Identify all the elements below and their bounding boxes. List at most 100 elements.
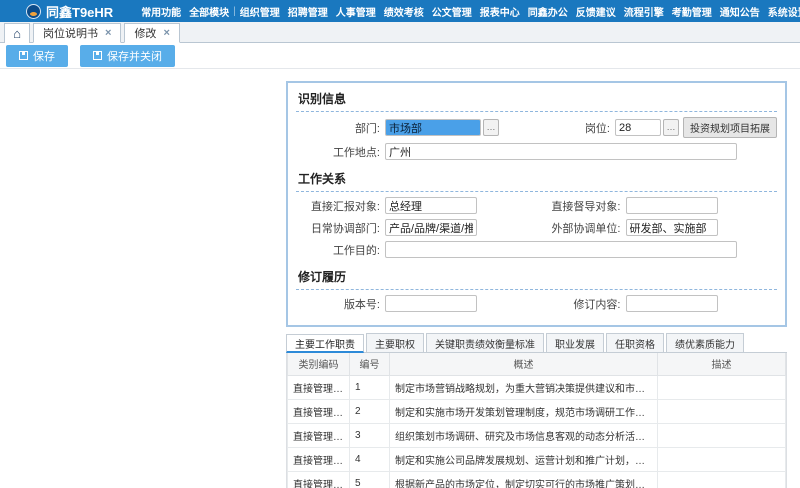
nav-performance[interactable]: 绩效考核 (380, 4, 428, 19)
top-navbar: 同鑫T9eHR 常用功能 全部模块 | 组织管理 招聘管理 人事管理 绩效考核 … (0, 0, 800, 22)
header-number: 编号 (350, 353, 390, 375)
close-icon[interactable]: × (105, 28, 111, 39)
purpose-input[interactable] (385, 241, 737, 258)
location-input[interactable] (385, 143, 737, 160)
detail-section: 主要工作职责 主要职权 关键职责绩效衡量标准 职业发展 任职资格 绩优素质能力 … (286, 333, 787, 488)
save-button[interactable]: 保存 (6, 45, 68, 67)
external-coord-label: 外部协调单位: (537, 220, 621, 236)
cell-number: 4 (350, 447, 390, 471)
content-area: 识别信息 部门: … 岗位: … 投资规划项目拓展 工作地点: (0, 69, 800, 488)
detail-tab-qualifications[interactable]: 任职资格 (606, 333, 664, 352)
duties-table: 类别编码 编号 概述 描述 直接管理职能 1 制定市场营销战略规划，为重大营销决… (287, 353, 786, 488)
tab-label: 岗位说明书 (43, 25, 98, 41)
table-row[interactable]: 直接管理职能 1 制定市场营销战略规划，为重大营销决策提供建议和市场信息支持。 (288, 375, 786, 399)
table-row[interactable]: 直接管理职能 5 根据新产品的市场定位，制定切实可行的市场推广策划方案。 (288, 471, 786, 488)
cell-summary: 制定市场营销战略规划，为重大营销决策提供建议和市场信息支持。 (390, 375, 658, 399)
detail-tab-bar: 主要工作职责 主要职权 关键职责绩效衡量标准 职业发展 任职资格 绩优素质能力 (286, 333, 787, 353)
post-input[interactable] (615, 119, 661, 136)
section-title-relations: 工作关系 (296, 165, 777, 191)
table-row[interactable]: 直接管理职能 2 制定和实施市场开发策划管理制度，规范市场调研工作流程。 (288, 399, 786, 423)
location-label: 工作地点: (296, 144, 380, 160)
report-to-label: 直接汇报对象: (296, 198, 380, 214)
revision-content-label: 修订内容: (537, 296, 621, 312)
nav-office[interactable]: 同鑫办公 (524, 4, 572, 19)
internal-coord-label: 日常协调部门: (296, 220, 380, 236)
version-input[interactable] (385, 295, 477, 312)
duties-table-container: 类别编码 编号 概述 描述 直接管理职能 1 制定市场营销战略规划，为重大营销决… (286, 353, 787, 488)
nav-all-modules[interactable]: 全部模块 (185, 4, 233, 19)
nav-report-center[interactable]: 报表中心 (476, 4, 524, 19)
version-label: 版本号: (296, 296, 380, 312)
form-panel: 识别信息 部门: … 岗位: … 投资规划项目拓展 工作地点: (286, 81, 787, 327)
table-row[interactable]: 直接管理职能 4 制定和实施公司品牌发展规划、运营计划和推广计划，维护公司的品牌… (288, 447, 786, 471)
cell-number: 2 (350, 399, 390, 423)
tab-strip: ⌂ 岗位说明书 × 修改 × (0, 22, 800, 43)
header-category-code: 类别编码 (288, 353, 350, 375)
post-label: 岗位: (526, 120, 610, 136)
revision-content-input[interactable] (626, 295, 718, 312)
dept-lookup-button[interactable]: … (483, 119, 499, 136)
save-icon (19, 51, 28, 60)
nav-recruit-management[interactable]: 招聘管理 (284, 4, 332, 19)
toolbar: 保存 保存并关闭 (0, 43, 800, 69)
cell-category-code: 直接管理职能 (288, 423, 350, 447)
main-menu: 常用功能 全部模块 | 组织管理 招聘管理 人事管理 绩效考核 公文管理 报表中… (137, 4, 800, 19)
cell-description (658, 423, 786, 447)
nav-document-management[interactable]: 公文管理 (428, 4, 476, 19)
nav-org-management[interactable]: 组织管理 (236, 4, 284, 19)
home-tab[interactable]: ⌂ (4, 23, 30, 43)
app-title: 同鑫T9eHR (46, 2, 113, 21)
nav-common-functions[interactable]: 常用功能 (137, 4, 185, 19)
save-and-close-button[interactable]: 保存并关闭 (80, 45, 175, 67)
cell-summary: 组织策划市场调研、研究及市场信息客观的动态分析活动，提供准确可靠的市场情报信息。 (390, 423, 658, 447)
cell-number: 5 (350, 471, 390, 488)
detail-tab-competency[interactable]: 绩优素质能力 (666, 333, 744, 352)
cell-category-code: 直接管理职能 (288, 447, 350, 471)
tab-position-description[interactable]: 岗位说明书 × (33, 23, 121, 43)
detail-tab-main-authority[interactable]: 主要职权 (366, 333, 424, 352)
post-lookup-button[interactable]: … (663, 119, 679, 136)
nav-attendance[interactable]: 考勤管理 (668, 4, 716, 19)
detail-tab-career-development[interactable]: 职业发展 (546, 333, 604, 352)
cell-summary: 根据新产品的市场定位，制定切实可行的市场推广策划方案。 (390, 471, 658, 488)
logo-icon (26, 4, 41, 19)
cell-summary: 制定和实施市场开发策划管理制度，规范市场调研工作流程。 (390, 399, 658, 423)
nav-hr-management[interactable]: 人事管理 (332, 4, 380, 19)
dept-label: 部门: (296, 120, 380, 136)
section-divider (296, 191, 777, 192)
table-header-row: 类别编码 编号 概述 描述 (288, 353, 786, 375)
cell-description (658, 399, 786, 423)
cell-summary: 制定和实施公司品牌发展规划、运营计划和推广计划，维护公司的品牌形象。 (390, 447, 658, 471)
table-row[interactable]: 直接管理职能 3 组织策划市场调研、研究及市场信息客观的动态分析活动，提供准确可… (288, 423, 786, 447)
save-icon (93, 51, 102, 60)
tab-label: 修改 (134, 25, 156, 41)
home-icon: ⌂ (13, 26, 21, 41)
close-icon[interactable]: × (163, 28, 169, 39)
cell-category-code: 直接管理职能 (288, 399, 350, 423)
cell-number: 1 (350, 375, 390, 399)
section-title-revision: 修订履历 (296, 263, 777, 289)
dept-input[interactable] (385, 119, 481, 136)
tab-edit[interactable]: 修改 × (124, 23, 179, 43)
nav-announcements[interactable]: 通知公告 (716, 4, 764, 19)
post-name-button[interactable]: 投资规划项目拓展 (683, 117, 777, 138)
nav-system-settings[interactable]: 系统设置 (764, 4, 800, 19)
detail-tab-main-duties[interactable]: 主要工作职责 (286, 334, 364, 353)
section-divider (296, 289, 777, 290)
cell-category-code: 直接管理职能 (288, 471, 350, 488)
header-description: 描述 (658, 353, 786, 375)
report-to-input[interactable] (385, 197, 477, 214)
nav-workflow-engine[interactable]: 流程引擎 (620, 4, 668, 19)
cell-description (658, 471, 786, 488)
external-coord-input[interactable] (626, 219, 718, 236)
cell-category-code: 直接管理职能 (288, 375, 350, 399)
cell-number: 3 (350, 423, 390, 447)
detail-tab-kpi-standards[interactable]: 关键职责绩效衡量标准 (426, 333, 544, 352)
cell-description (658, 447, 786, 471)
internal-coord-input[interactable] (385, 219, 477, 236)
nav-feedback[interactable]: 反馈建议 (572, 4, 620, 19)
section-title-identity: 识别信息 (296, 85, 777, 111)
supervise-input[interactable] (626, 197, 718, 214)
header-summary: 概述 (390, 353, 658, 375)
supervise-label: 直接督导对象: (537, 198, 621, 214)
